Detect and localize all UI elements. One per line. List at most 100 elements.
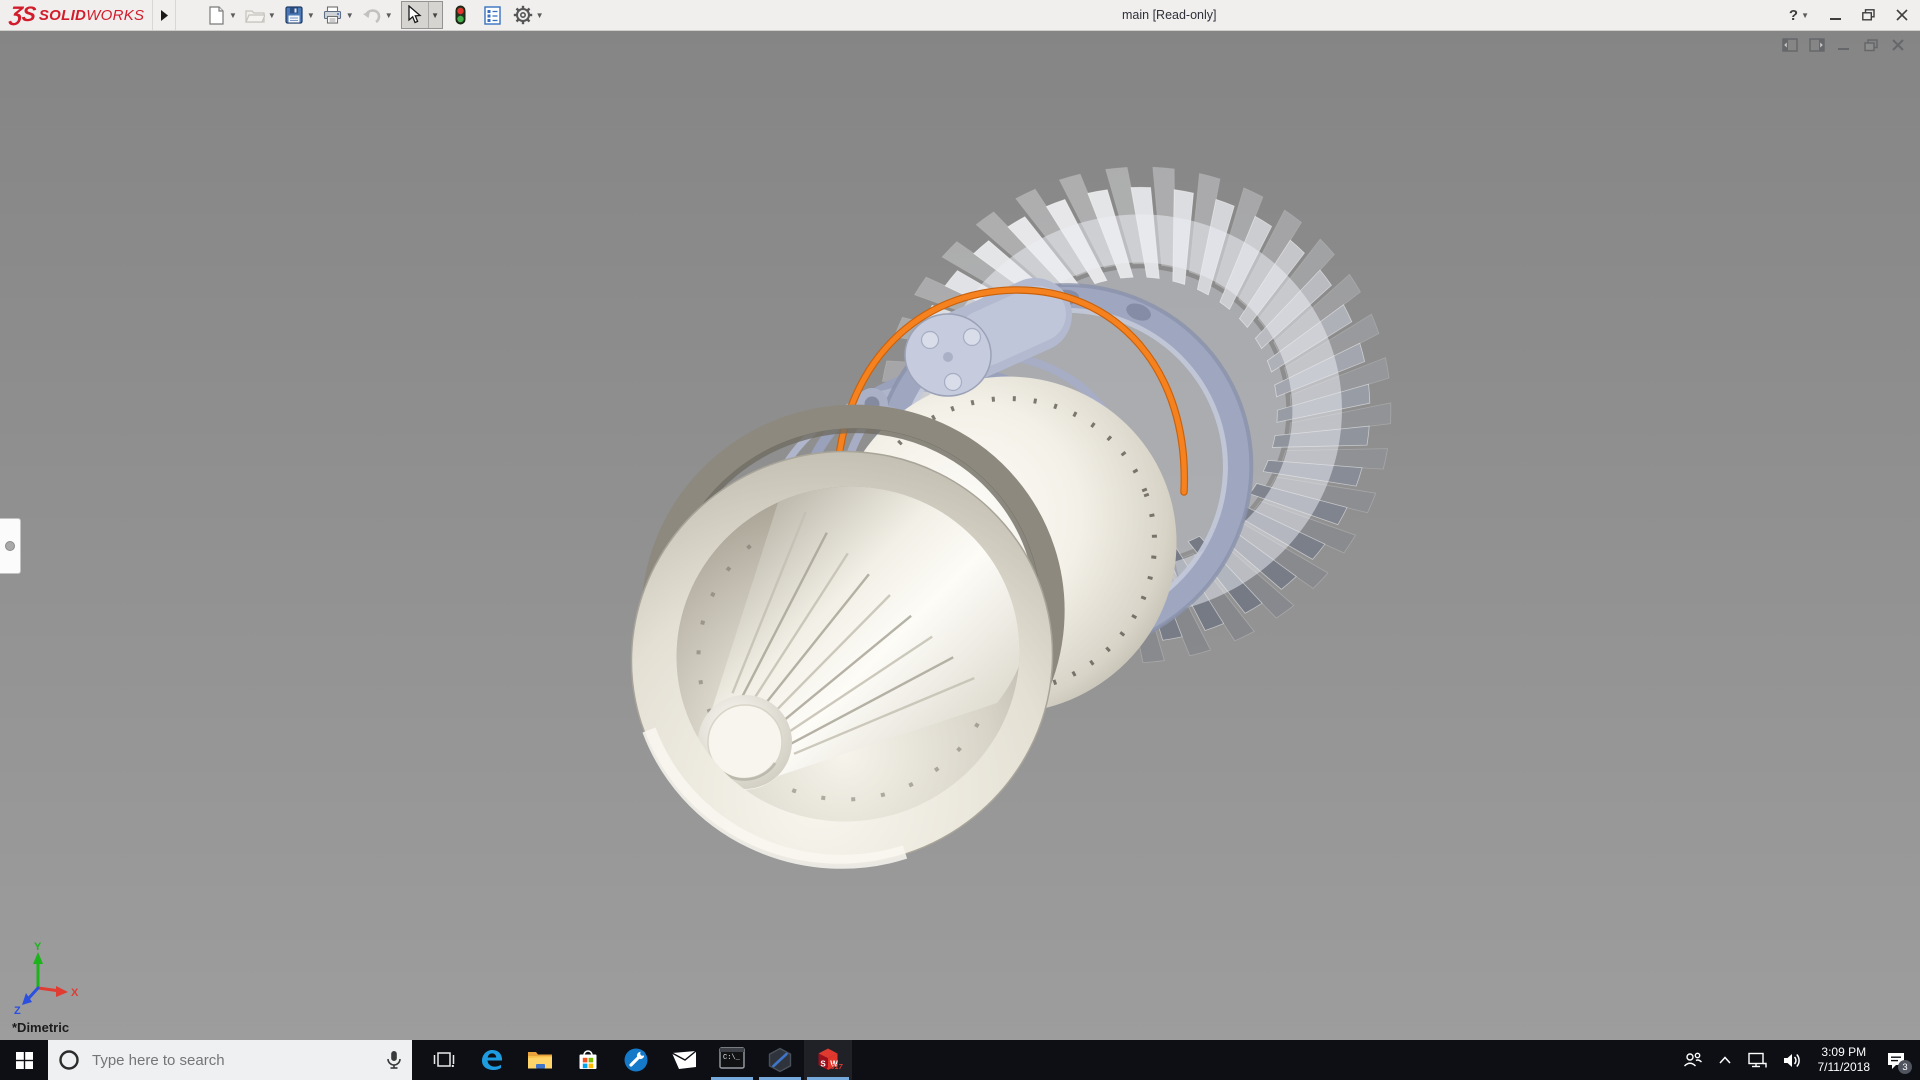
restore-button[interactable] (1862, 9, 1875, 21)
volume-icon (1783, 1053, 1800, 1067)
window-controls: ? ▼ (1789, 0, 1908, 30)
rebuild-button[interactable] (449, 3, 473, 27)
new-dropdown[interactable]: ▼ (229, 11, 237, 20)
taskbar-search-box[interactable] (48, 1040, 412, 1080)
undo-dropdown[interactable]: ▼ (385, 11, 393, 20)
search-input[interactable] (90, 1050, 376, 1070)
store-icon (579, 1050, 597, 1069)
system-tray: 3:09 PM 7/11/2018 3 (1675, 1040, 1920, 1080)
undo-icon (363, 8, 381, 23)
hidden-icons-chevron[interactable] (1711, 1040, 1739, 1080)
options-gear-icon (513, 5, 532, 25)
graphics-viewport: Y X Z *Dimetric (0, 30, 1920, 1040)
select-button[interactable] (402, 2, 428, 26)
new-document-button[interactable] (204, 3, 228, 27)
minimize-icon (1830, 17, 1841, 20)
logo-solid-text: SOLID (38, 6, 87, 24)
action-center-button[interactable]: 3 (1878, 1040, 1914, 1080)
tools-app-button[interactable] (612, 1040, 660, 1080)
task-view-icon (433, 1052, 455, 1067)
options-dropdown[interactable]: ▼ (536, 11, 544, 20)
open-folder-icon (245, 10, 265, 23)
close-button[interactable] (1896, 9, 1908, 21)
restore-icon (1862, 9, 1875, 21)
edge-icon (482, 1050, 502, 1070)
titlebar: ƷS SOLID WORKS ▼ ▼ ▼ ▼ ▼ ▼ ▼ main [Read-… (0, 0, 1920, 31)
hexagon-app-icon (768, 1047, 792, 1073)
hexagon-app-button[interactable] (756, 1040, 804, 1080)
help-dropdown-icon: ▼ (1801, 10, 1809, 20)
people-icon (1683, 1052, 1702, 1067)
clock-date: 7/11/2018 (1817, 1060, 1871, 1074)
windows-logo-icon (15, 1051, 33, 1069)
cortana-icon (58, 1049, 80, 1071)
windows-taskbar: C:\_ S W 2017 (0, 1040, 1920, 1080)
edge-button[interactable] (468, 1040, 516, 1080)
tools-app-icon (624, 1048, 648, 1072)
select-tool-group: ▼ (400, 1, 443, 29)
doc-close-button[interactable] (1890, 38, 1906, 52)
triad-z-label: Z (14, 1005, 21, 1017)
select-dropdown[interactable]: ▼ (427, 2, 442, 28)
new-document-icon (208, 5, 224, 25)
flyout-tab-dot-icon (5, 541, 15, 551)
network-icon (1747, 1052, 1767, 1067)
document-title: main [Read-only] (1122, 8, 1217, 22)
document-window-controls (1782, 38, 1906, 52)
rebuild-trafficlight-icon (455, 5, 466, 25)
expand-pane-left-button[interactable] (1782, 38, 1798, 52)
close-icon (1896, 9, 1908, 21)
task-view-button[interactable] (420, 1040, 468, 1080)
logo-works-text: WORKS (86, 6, 145, 24)
doc-minimize-button[interactable] (1836, 38, 1852, 52)
open-button[interactable] (243, 3, 267, 27)
menu-flyout-button[interactable] (152, 0, 176, 30)
print-icon (324, 6, 342, 24)
engine-3d-model[interactable]: Y X Z (0, 30, 1920, 1040)
clock-time: 3:09 PM (1821, 1045, 1867, 1059)
undo-button[interactable] (360, 3, 384, 27)
mail-icon (671, 1050, 697, 1069)
volume-button[interactable] (1775, 1040, 1810, 1080)
print-button[interactable] (321, 3, 345, 27)
command-prompt-button[interactable]: C:\_ (708, 1040, 756, 1080)
chevron-up-icon (1718, 1056, 1731, 1064)
store-button[interactable] (564, 1040, 612, 1080)
triad-x-label: X (71, 987, 79, 999)
select-cursor-icon (408, 4, 422, 23)
solidworks-logo: ƷS SOLID WORKS (8, 0, 145, 30)
view-orientation-label: *Dimetric (12, 1020, 70, 1035)
taskbar-apps: C:\_ S W 2017 (420, 1040, 852, 1080)
solidworks-2017-button[interactable]: S W 2017 (804, 1040, 852, 1080)
logo-glyph: ƷS (8, 3, 37, 26)
save-dropdown[interactable]: ▼ (307, 11, 315, 20)
file-properties-button[interactable] (481, 3, 505, 27)
file-properties-icon (484, 5, 501, 25)
save-floppy-icon (285, 6, 303, 24)
options-button[interactable] (511, 3, 535, 27)
notification-badge: 3 (1898, 1060, 1912, 1074)
expand-pane-right-button[interactable] (1809, 38, 1825, 52)
doc-restore-button[interactable] (1863, 38, 1879, 52)
sw-letter-s: S (820, 1060, 826, 1069)
start-button[interactable] (0, 1040, 48, 1080)
open-dropdown[interactable]: ▼ (268, 11, 276, 20)
taskbar-clock[interactable]: 3:09 PM 7/11/2018 (1810, 1045, 1879, 1075)
minimize-button[interactable] (1830, 10, 1841, 21)
network-button[interactable] (1739, 1040, 1775, 1080)
save-button[interactable] (282, 3, 306, 27)
solidworks-window: ƷS SOLID WORKS ▼ ▼ ▼ ▼ ▼ ▼ ▼ main [Read-… (0, 0, 1920, 1080)
file-explorer-button[interactable] (516, 1040, 564, 1080)
print-dropdown[interactable]: ▼ (346, 11, 354, 20)
microphone-icon[interactable] (386, 1050, 402, 1070)
people-button[interactable] (1675, 1040, 1711, 1080)
file-explorer-icon (528, 1052, 552, 1069)
sw-year-label: 2017 (827, 1064, 843, 1071)
help-button[interactable]: ? ▼ (1789, 7, 1809, 24)
triad-y-label: Y (34, 941, 42, 953)
flyout-arrow-icon (160, 9, 168, 21)
quick-access-toolbar: ▼ ▼ ▼ ▼ ▼ ▼ ▼ (204, 0, 550, 30)
command-prompt-text: C:\_ (723, 1053, 740, 1062)
feature-manager-flyout-tab[interactable] (0, 518, 21, 574)
mail-button[interactable] (660, 1040, 708, 1080)
